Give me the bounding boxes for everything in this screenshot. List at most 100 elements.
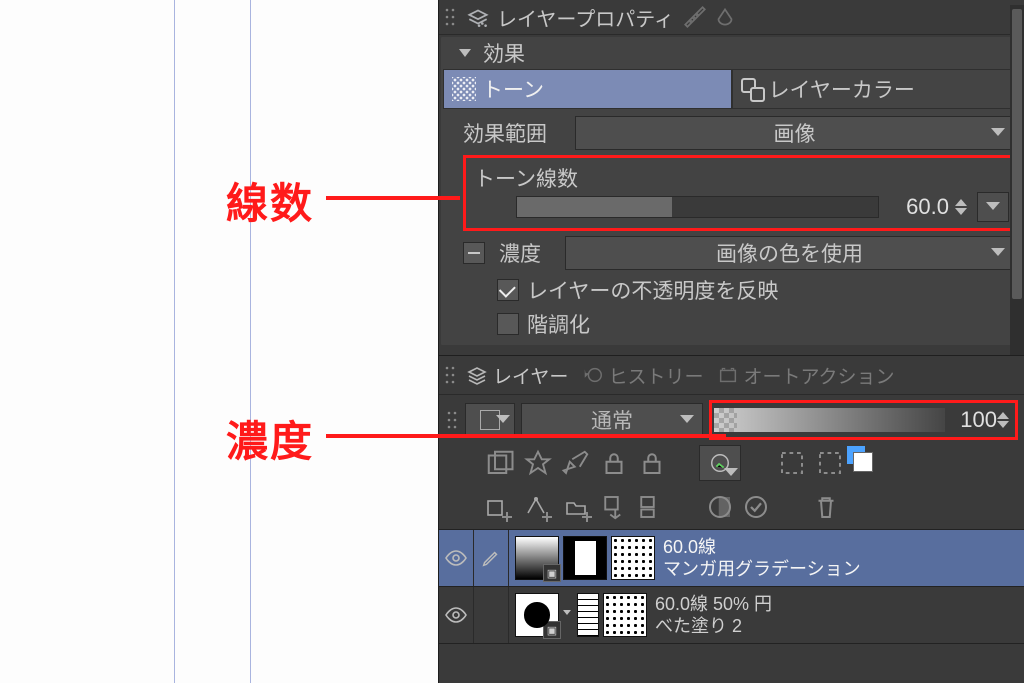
create-mask-icon[interactable] (705, 492, 735, 522)
transfer-down-icon[interactable] (599, 492, 629, 522)
label-posterize: 階調化 (527, 309, 590, 339)
thumbnail-tone[interactable] (611, 536, 655, 580)
layers-icon (465, 363, 489, 387)
select-options-icon[interactable] (815, 448, 845, 478)
row-scope: 効果範囲 画像 (441, 113, 1022, 153)
chevron-down-icon[interactable] (563, 610, 573, 620)
layer-name-line2: マンガ用グラデーション (663, 558, 861, 580)
delete-layer-icon[interactable] (811, 492, 841, 522)
panel-stack: レイヤープロパティ 効果 トーン レイヤーカラー 効果範囲 (438, 0, 1024, 683)
layer-name: 60.0線 マンガ用グラデーション (655, 536, 861, 580)
label-reflect-opacity: レイヤーの不透明度を反映 (527, 275, 778, 305)
bucket-icon[interactable] (712, 4, 738, 30)
dropdown-scope[interactable]: 画像 (575, 116, 1014, 150)
value-layer-opacity: 100 (945, 407, 997, 433)
tab-layer-property[interactable]: レイヤープロパティ (461, 0, 678, 34)
tab-layer-label: レイヤー (493, 362, 568, 389)
annotation-lines: 線数 (226, 170, 314, 231)
tone-dots-icon (452, 77, 476, 101)
drag-handle-icon[interactable] (445, 406, 459, 434)
collapse-triangle-icon (459, 49, 471, 57)
ruler-icon[interactable] (682, 4, 708, 30)
thumbnail-mask[interactable] (563, 536, 607, 580)
new-raster-layer-button[interactable] (479, 492, 513, 522)
section-effects: 効果 トーン レイヤーカラー 効果範囲 画像 トーン線数 (441, 37, 1022, 345)
select-icon[interactable] (777, 448, 807, 478)
thumbnail-tone[interactable] (603, 593, 647, 637)
edit-target[interactable] (474, 587, 509, 643)
slider-tone-frequency[interactable] (516, 196, 879, 218)
edit-target[interactable] (474, 530, 509, 586)
pen-icon (480, 547, 502, 569)
layer-name-line2: べた塗り 2 (655, 615, 772, 637)
layer-list: ▣ 60.0線 マンガ用グラデーション ▣ 60.0線 50% 円 (439, 529, 1024, 644)
stepper-down-icon (955, 208, 967, 215)
new-folder-button[interactable] (559, 492, 593, 522)
dropdown-scope-value: 画像 (774, 118, 816, 148)
draft-icon[interactable] (561, 448, 591, 478)
annotation-line (326, 434, 726, 438)
stepper-layer-opacity[interactable] (997, 406, 1013, 434)
vertical-guide (250, 0, 251, 683)
new-vector-layer-button[interactable] (519, 492, 553, 522)
toggle-density-collapse[interactable] (463, 242, 485, 264)
visibility-toggle[interactable] (439, 587, 474, 643)
checkbox-reflect-opacity[interactable] (497, 279, 519, 301)
dropdown-blend-mode[interactable]: 通常 (521, 403, 703, 437)
tab-label: レイヤープロパティ (497, 3, 674, 32)
layer-name-line1: 60.0線 50% 円 (655, 593, 772, 615)
thumbnail-main[interactable]: ▣ (515, 593, 559, 637)
cube-badge-icon: ▣ (543, 621, 561, 639)
scrollbar-thumb[interactable] (1012, 9, 1022, 299)
visibility-toggle[interactable] (439, 530, 474, 586)
slider-layer-opacity[interactable] (714, 408, 945, 432)
section-heading-effects[interactable]: 効果 (441, 37, 1022, 69)
stepper-up-icon (955, 199, 967, 206)
thumbnail-mask[interactable] (577, 593, 599, 637)
effect-layercolor-button[interactable]: レイヤーカラー (732, 69, 1021, 109)
blend-mode-value: 通常 (591, 405, 633, 435)
tab-autoaction[interactable]: オートアクション (711, 356, 900, 394)
stepper-down-icon (997, 421, 1009, 428)
dropdown-density-mode[interactable]: 画像の色を使用 (565, 236, 1014, 270)
tab-layer[interactable]: レイヤー (459, 356, 574, 394)
tab-history[interactable]: ヒストリー (576, 356, 709, 394)
opacity-group: 100 (709, 400, 1018, 440)
drag-handle-icon[interactable] (443, 3, 457, 31)
tone-frequency-group: トーン線数 60.0 (463, 155, 1016, 231)
apply-mask-icon[interactable] (741, 492, 771, 522)
minus-icon (468, 252, 480, 254)
stepper-tone-frequency[interactable] (955, 193, 971, 221)
layer-action-toolbar (439, 485, 1024, 529)
palette-color-button[interactable] (465, 403, 515, 437)
layer-name-line1: 60.0線 (663, 536, 861, 558)
clip-mask-icon[interactable] (485, 448, 515, 478)
layer-panel-tabbar: レイヤー ヒストリー オートアクション (439, 355, 1024, 395)
lock-options-icon[interactable] (637, 448, 667, 478)
chevron-down-icon (986, 202, 1000, 212)
drag-handle-icon[interactable] (443, 361, 457, 389)
label-tone-frequency: トーン線数 (474, 163, 578, 193)
merge-down-icon[interactable] (635, 492, 665, 522)
checkbox-posterize[interactable] (497, 313, 519, 335)
layer-row[interactable]: ▣ 60.0線 マンガ用グラデーション (439, 530, 1024, 587)
chevron-down-icon (496, 415, 510, 425)
cube-badge-icon: ▣ (543, 564, 561, 582)
annotation-density: 濃度 (226, 408, 314, 469)
thumbnail-main[interactable]: ▣ (515, 536, 559, 580)
chevron-down-icon (991, 248, 1005, 258)
layer-thumbnails: ▣ (509, 536, 655, 580)
layer-property-tabbar: レイヤープロパティ (439, 0, 1024, 35)
effect-tone-button[interactable]: トーン (443, 69, 732, 109)
check-icon (499, 281, 516, 298)
dropdown-density-value: 画像の色を使用 (716, 238, 863, 268)
layer-property-icon (465, 4, 491, 30)
dropdown-tone-frequency-preset[interactable] (977, 192, 1009, 222)
lock-icon[interactable] (599, 448, 629, 478)
color-swatch-icon[interactable] (853, 452, 875, 474)
reference-icon[interactable] (523, 448, 553, 478)
layer-row[interactable]: ▣ 60.0線 50% 円 べた塗り 2 (439, 587, 1024, 644)
effect-tone-label: トーン (482, 74, 544, 104)
slider-fill (517, 197, 672, 217)
expression-color-dropdown[interactable] (699, 445, 741, 481)
